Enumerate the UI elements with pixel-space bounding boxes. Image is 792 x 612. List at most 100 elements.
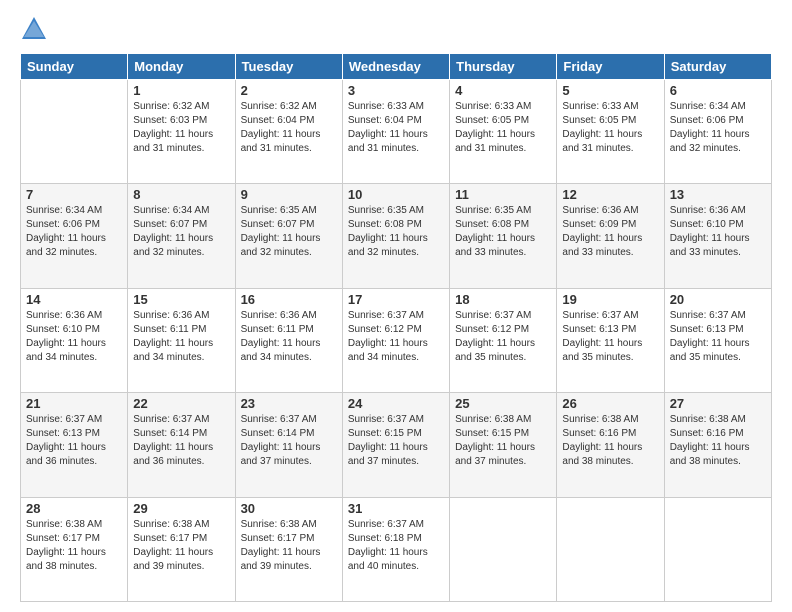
day-number: 25 (455, 396, 551, 411)
day-info: Sunrise: 6:33 AMSunset: 6:05 PMDaylight:… (562, 100, 658, 156)
day-number: 1 (133, 83, 229, 98)
day-info: Sunrise: 6:37 AMSunset: 6:18 PMDaylight:… (348, 518, 444, 574)
calendar-cell (21, 80, 128, 184)
calendar-cell: 25Sunrise: 6:38 AMSunset: 6:15 PMDayligh… (450, 393, 557, 497)
day-number: 7 (26, 187, 122, 202)
day-info: Sunrise: 6:36 AMSunset: 6:09 PMDaylight:… (562, 204, 658, 260)
day-info: Sunrise: 6:33 AMSunset: 6:04 PMDaylight:… (348, 100, 444, 156)
day-info: Sunrise: 6:34 AMSunset: 6:06 PMDaylight:… (670, 100, 766, 156)
calendar-cell: 27Sunrise: 6:38 AMSunset: 6:16 PMDayligh… (664, 393, 771, 497)
day-info: Sunrise: 6:35 AMSunset: 6:08 PMDaylight:… (348, 204, 444, 260)
day-number: 21 (26, 396, 122, 411)
calendar-cell (450, 497, 557, 601)
calendar-cell: 29Sunrise: 6:38 AMSunset: 6:17 PMDayligh… (128, 497, 235, 601)
week-row-4: 21Sunrise: 6:37 AMSunset: 6:13 PMDayligh… (21, 393, 772, 497)
day-info: Sunrise: 6:37 AMSunset: 6:13 PMDaylight:… (562, 309, 658, 365)
day-number: 24 (348, 396, 444, 411)
page: SundayMondayTuesdayWednesdayThursdayFrid… (0, 0, 792, 612)
logo-icon (20, 15, 48, 43)
calendar-cell: 5 Sunrise: 6:33 AMSunset: 6:05 PMDaylight… (557, 80, 664, 184)
calendar-cell (557, 497, 664, 601)
calendar-cell: 16Sunrise: 6:36 AMSunset: 6:11 PMDayligh… (235, 288, 342, 392)
day-number: 8 (133, 187, 229, 202)
day-number: 12 (562, 187, 658, 202)
day-info: Sunrise: 6:36 AMSunset: 6:11 PMDaylight:… (133, 309, 229, 365)
calendar-cell: 10 Sunrise: 6:35 AMSunset: 6:08 PMDayligh… (342, 184, 449, 288)
day-info: Sunrise: 6:37 AMSunset: 6:14 PMDaylight:… (133, 413, 229, 469)
calendar-cell: 4 Sunrise: 6:33 AMSunset: 6:05 PMDaylight… (450, 80, 557, 184)
day-info: Sunrise: 6:34 AMSunset: 6:07 PMDaylight:… (133, 204, 229, 260)
calendar-cell: 7 Sunrise: 6:34 AMSunset: 6:06 PMDaylight… (21, 184, 128, 288)
weekday-header-sunday: Sunday (21, 54, 128, 80)
week-row-2: 7 Sunrise: 6:34 AMSunset: 6:06 PMDaylight… (21, 184, 772, 288)
calendar-cell: 12 Sunrise: 6:36 AMSunset: 6:09 PMDayligh… (557, 184, 664, 288)
day-info: Sunrise: 6:37 AMSunset: 6:12 PMDaylight:… (348, 309, 444, 365)
weekday-header-monday: Monday (128, 54, 235, 80)
calendar-cell: 6 Sunrise: 6:34 AMSunset: 6:06 PMDaylight… (664, 80, 771, 184)
weekday-header-saturday: Saturday (664, 54, 771, 80)
week-row-1: 1Sunrise: 6:32 AMSunset: 6:03 PMDaylight… (21, 80, 772, 184)
day-info: Sunrise: 6:34 AMSunset: 6:06 PMDaylight:… (26, 204, 122, 260)
calendar-cell: 15 Sunrise: 6:36 AMSunset: 6:11 PMDayligh… (128, 288, 235, 392)
day-number: 29 (133, 501, 229, 516)
calendar-cell: 31Sunrise: 6:37 AMSunset: 6:18 PMDayligh… (342, 497, 449, 601)
calendar-cell: 18Sunrise: 6:37 AMSunset: 6:12 PMDayligh… (450, 288, 557, 392)
week-row-3: 14Sunrise: 6:36 AMSunset: 6:10 PMDayligh… (21, 288, 772, 392)
day-number: 2 (241, 83, 337, 98)
calendar-cell: 1Sunrise: 6:32 AMSunset: 6:03 PMDaylight… (128, 80, 235, 184)
day-info: Sunrise: 6:38 AMSunset: 6:16 PMDaylight:… (670, 413, 766, 469)
day-number: 20 (670, 292, 766, 307)
day-number: 23 (241, 396, 337, 411)
calendar-cell: 13 Sunrise: 6:36 AMSunset: 6:10 PMDayligh… (664, 184, 771, 288)
day-info: Sunrise: 6:37 AMSunset: 6:14 PMDaylight:… (241, 413, 337, 469)
day-number: 11 (455, 187, 551, 202)
day-number: 19 (562, 292, 658, 307)
day-info: Sunrise: 6:37 AMSunset: 6:13 PMDaylight:… (670, 309, 766, 365)
calendar-cell: 2 Sunrise: 6:32 AMSunset: 6:04 PMDaylight… (235, 80, 342, 184)
calendar-cell: 28 Sunrise: 6:38 AMSunset: 6:17 PMDayligh… (21, 497, 128, 601)
weekday-header-friday: Friday (557, 54, 664, 80)
week-row-5: 28 Sunrise: 6:38 AMSunset: 6:17 PMDayligh… (21, 497, 772, 601)
day-number: 13 (670, 187, 766, 202)
calendar-cell (664, 497, 771, 601)
day-info: Sunrise: 6:38 AMSunset: 6:17 PMDaylight:… (26, 518, 122, 574)
logo (20, 15, 52, 43)
calendar-cell: 3 Sunrise: 6:33 AMSunset: 6:04 PMDaylight… (342, 80, 449, 184)
day-number: 30 (241, 501, 337, 516)
day-number: 9 (241, 187, 337, 202)
weekday-header-tuesday: Tuesday (235, 54, 342, 80)
day-info: Sunrise: 6:33 AMSunset: 6:05 PMDaylight:… (455, 100, 551, 156)
day-info: Sunrise: 6:32 AMSunset: 6:04 PMDaylight:… (241, 100, 337, 156)
calendar-cell: 24Sunrise: 6:37 AMSunset: 6:15 PMDayligh… (342, 393, 449, 497)
day-number: 3 (348, 83, 444, 98)
calendar-cell: 23 Sunrise: 6:37 AMSunset: 6:14 PMDayligh… (235, 393, 342, 497)
day-number: 15 (133, 292, 229, 307)
header (20, 15, 772, 43)
day-info: Sunrise: 6:38 AMSunset: 6:16 PMDaylight:… (562, 413, 658, 469)
calendar: SundayMondayTuesdayWednesdayThursdayFrid… (20, 53, 772, 602)
day-info: Sunrise: 6:35 AMSunset: 6:07 PMDaylight:… (241, 204, 337, 260)
calendar-cell: 17 Sunrise: 6:37 AMSunset: 6:12 PMDayligh… (342, 288, 449, 392)
day-info: Sunrise: 6:38 AMSunset: 6:17 PMDaylight:… (241, 518, 337, 574)
day-number: 28 (26, 501, 122, 516)
day-info: Sunrise: 6:37 AMSunset: 6:12 PMDaylight:… (455, 309, 551, 365)
day-info: Sunrise: 6:36 AMSunset: 6:10 PMDaylight:… (670, 204, 766, 260)
day-number: 22 (133, 396, 229, 411)
day-number: 5 (562, 83, 658, 98)
calendar-cell: 20 Sunrise: 6:37 AMSunset: 6:13 PMDayligh… (664, 288, 771, 392)
day-number: 10 (348, 187, 444, 202)
day-info: Sunrise: 6:35 AMSunset: 6:08 PMDaylight:… (455, 204, 551, 260)
day-number: 14 (26, 292, 122, 307)
day-number: 6 (670, 83, 766, 98)
calendar-cell: 8 Sunrise: 6:34 AMSunset: 6:07 PMDaylight… (128, 184, 235, 288)
calendar-cell: 9 Sunrise: 6:35 AMSunset: 6:07 PMDaylight… (235, 184, 342, 288)
calendar-cell: 22 Sunrise: 6:37 AMSunset: 6:14 PMDayligh… (128, 393, 235, 497)
day-number: 4 (455, 83, 551, 98)
calendar-cell: 14Sunrise: 6:36 AMSunset: 6:10 PMDayligh… (21, 288, 128, 392)
weekday-header-wednesday: Wednesday (342, 54, 449, 80)
day-number: 17 (348, 292, 444, 307)
day-info: Sunrise: 6:36 AMSunset: 6:11 PMDaylight:… (241, 309, 337, 365)
weekday-header-row: SundayMondayTuesdayWednesdayThursdayFrid… (21, 54, 772, 80)
calendar-cell: 19 Sunrise: 6:37 AMSunset: 6:13 PMDayligh… (557, 288, 664, 392)
calendar-cell: 26Sunrise: 6:38 AMSunset: 6:16 PMDayligh… (557, 393, 664, 497)
